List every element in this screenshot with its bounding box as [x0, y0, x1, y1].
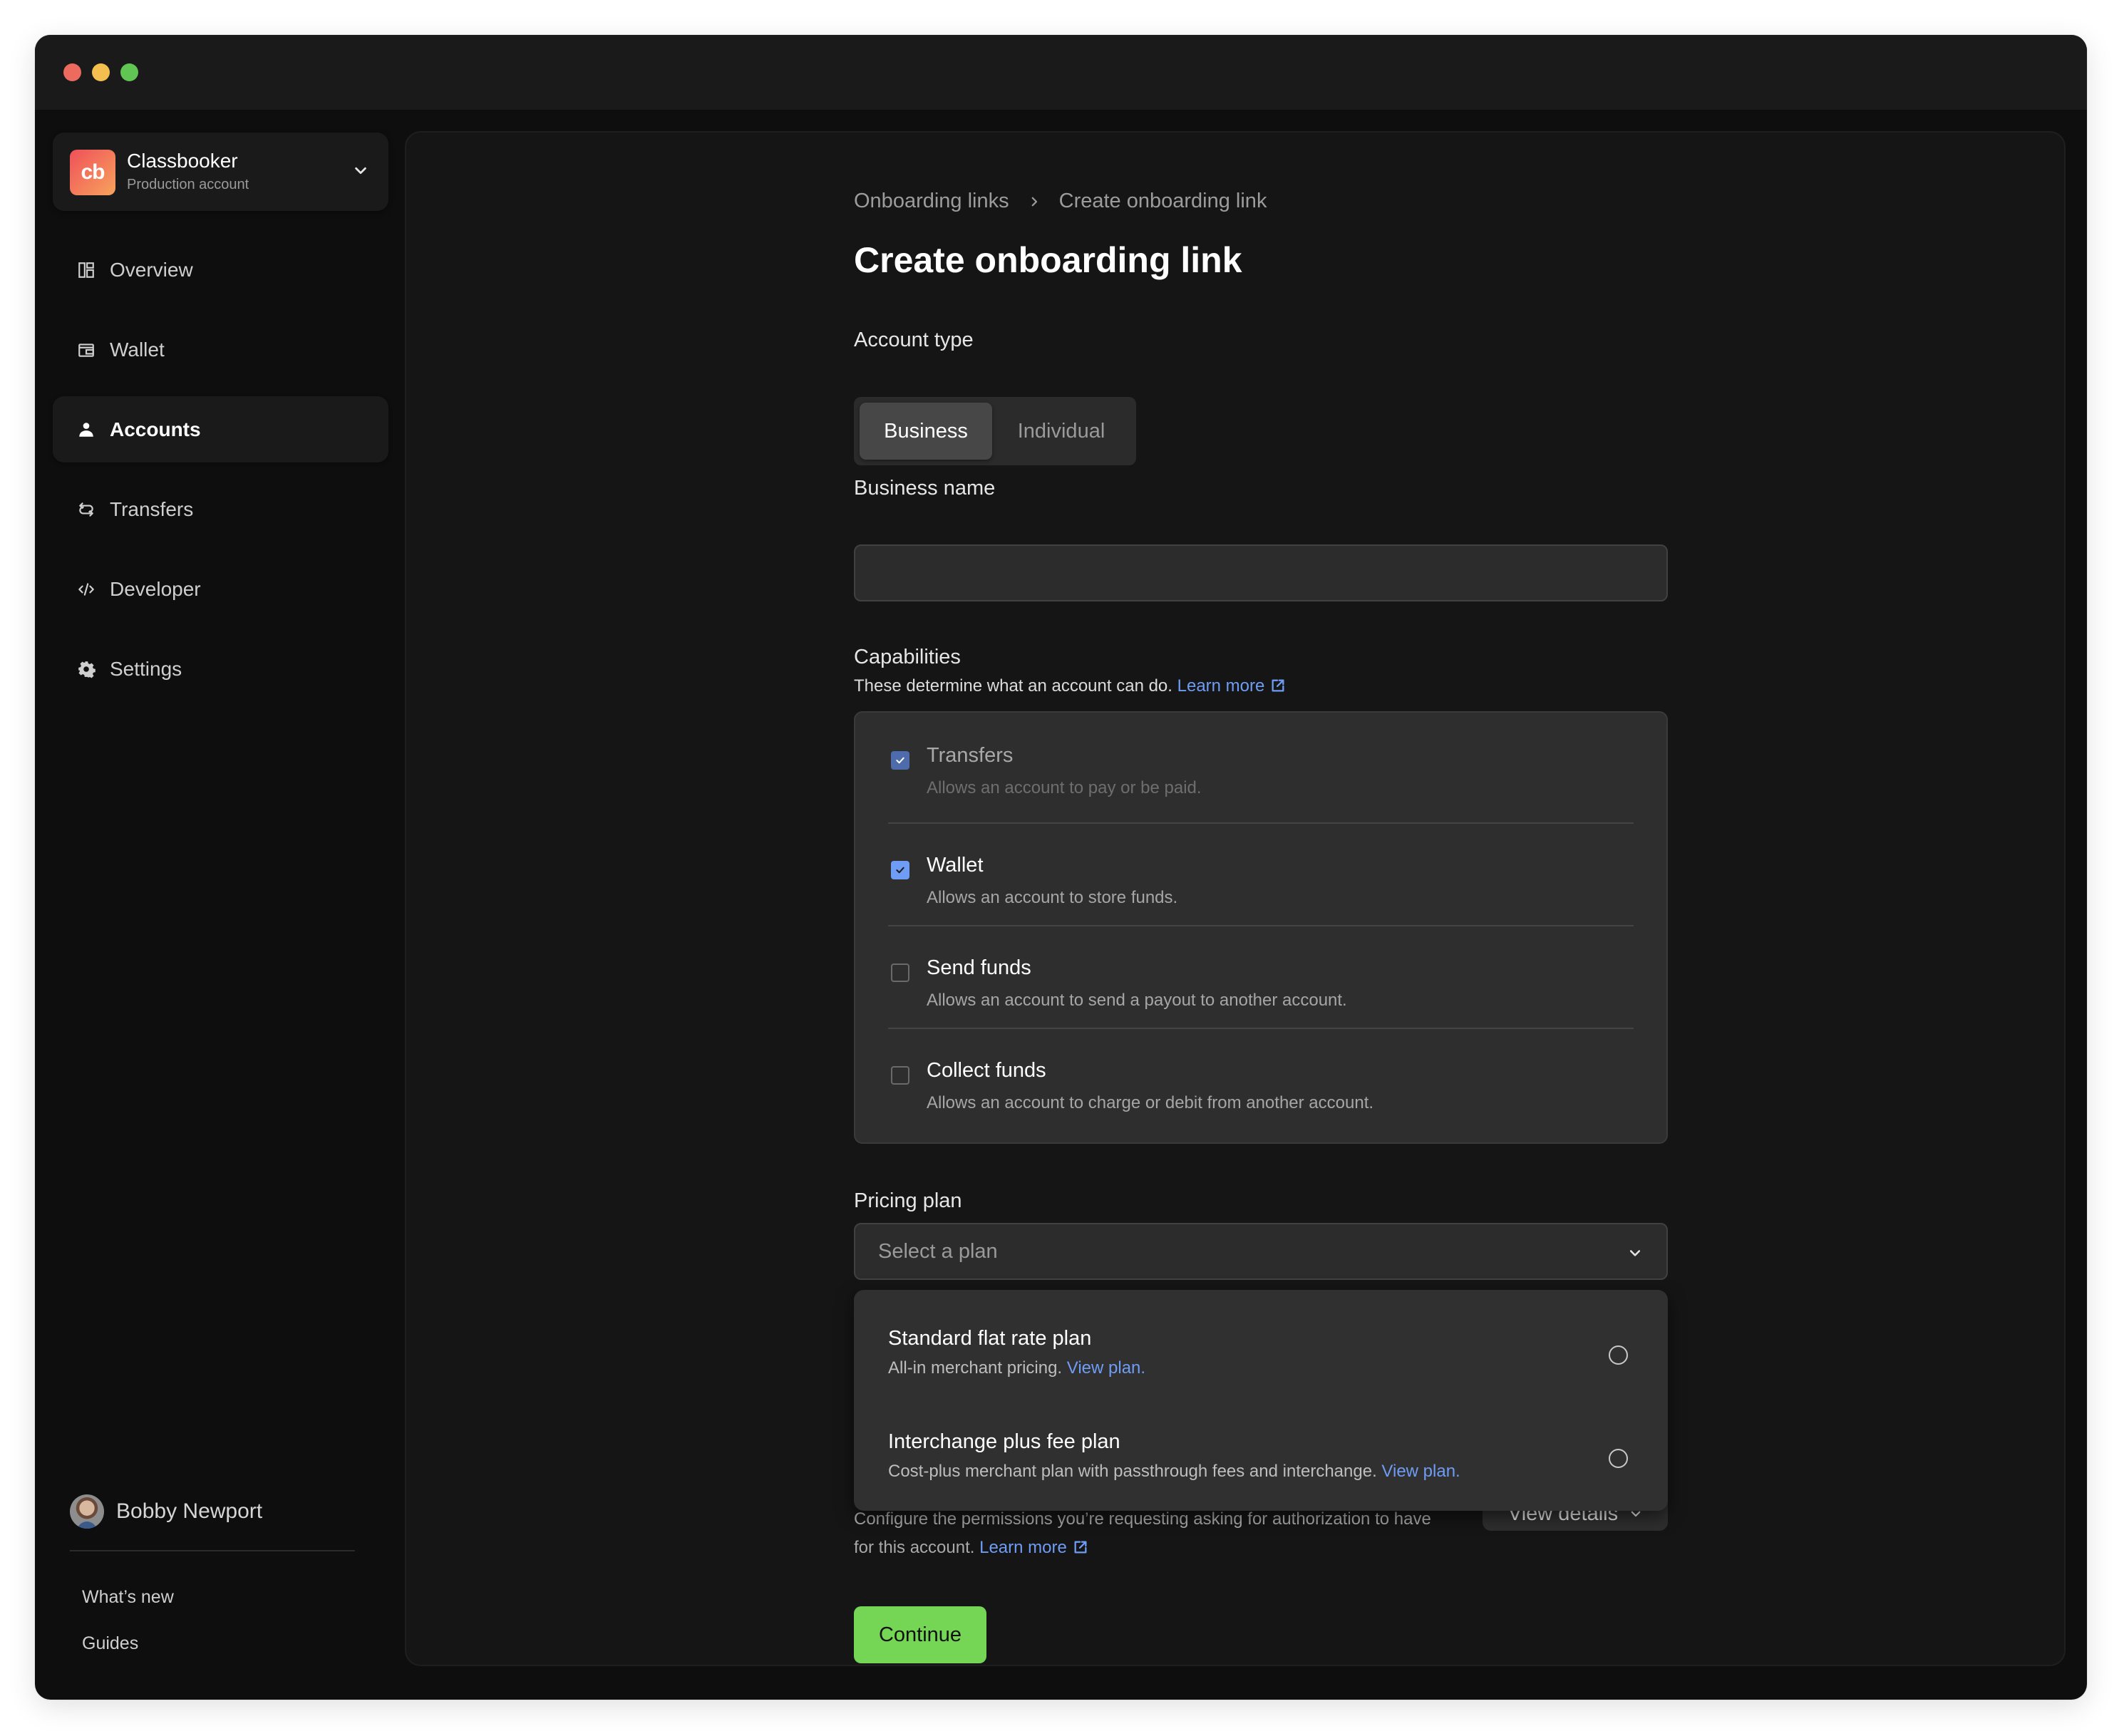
- sidebar-item-label: Overview: [110, 258, 193, 281]
- sidebar-item-settings[interactable]: Settings: [53, 636, 388, 702]
- capability-wallet-checkbox[interactable]: [891, 861, 909, 879]
- sidebar-item-developer[interactable]: Developer: [53, 556, 388, 622]
- view-plan-link[interactable]: View plan.: [1381, 1462, 1460, 1481]
- view-plan-link[interactable]: View plan.: [1067, 1358, 1145, 1378]
- user-icon: [77, 420, 96, 439]
- capability-title: Collect funds: [927, 1059, 1046, 1082]
- classbooker-logo: cb: [70, 150, 115, 195]
- plan-radio[interactable]: [1609, 1449, 1628, 1468]
- user-name: Bobby Newport: [116, 1499, 263, 1523]
- capability-title: Transfers: [927, 744, 1014, 767]
- capability-title: Wallet: [927, 854, 984, 877]
- external-link-icon: [1073, 1536, 1088, 1554]
- main-panel: Onboarding links Create onboarding link …: [405, 131, 2066, 1666]
- account-type-business[interactable]: Business: [860, 403, 992, 460]
- account-type-individual[interactable]: Individual: [992, 403, 1130, 460]
- minimize-window-button[interactable]: [92, 63, 110, 81]
- learn-more-label: Learn more: [1177, 676, 1265, 696]
- transfers-icon: [77, 500, 96, 519]
- gear-icon: [77, 660, 96, 678]
- capability-collect-funds-checkbox[interactable]: [891, 1066, 909, 1085]
- sidebar-item-label: Accounts: [110, 418, 201, 440]
- plan-description-text: All-in merchant pricing.: [888, 1358, 1063, 1378]
- breadcrumb: Onboarding links Create onboarding link: [854, 190, 1267, 213]
- capability-send-funds-checkbox[interactable]: [891, 963, 909, 982]
- user-profile[interactable]: Bobby Newport: [70, 1494, 262, 1529]
- account-type-label: Account type: [854, 329, 974, 351]
- page-title: Create onboarding link: [854, 240, 1242, 280]
- title-bar: [35, 35, 2087, 110]
- capability-transfers: Transfers Allows an account to pay or be…: [888, 714, 1634, 817]
- pricing-plan-select[interactable]: Select a plan: [854, 1223, 1668, 1280]
- account-switcher[interactable]: cb Classbooker Production account: [53, 133, 388, 211]
- breadcrumb-current: Create onboarding link: [1058, 190, 1267, 212]
- guides-link[interactable]: Guides: [82, 1633, 138, 1654]
- plan-title: Standard flat rate plan: [888, 1327, 1092, 1350]
- capability-transfers-checkbox[interactable]: [891, 751, 909, 770]
- capability-collect-funds: Collect funds Allows an account to charg…: [888, 1028, 1634, 1130]
- capability-description: Allows an account to pay or be paid.: [927, 778, 1202, 797]
- code-icon: [77, 580, 96, 599]
- account-name: Classbooker: [127, 150, 238, 172]
- permissions-learn-more-link[interactable]: Learn more: [979, 1538, 1088, 1557]
- sidebar-item-label: Wallet: [110, 338, 165, 361]
- plan-description: All-in merchant pricing. View plan.: [888, 1358, 1145, 1378]
- permissions-text: Configure the permissions you’re request…: [854, 1509, 1431, 1557]
- pricing-plan-label: Pricing plan: [854, 1189, 962, 1212]
- sidebar-item-label: Settings: [110, 657, 182, 680]
- capability-wallet: Wallet Allows an account to store funds.: [888, 822, 1634, 925]
- zoom-window-button[interactable]: [120, 63, 138, 81]
- continue-button[interactable]: Continue: [854, 1606, 986, 1663]
- capability-title: Send funds: [927, 956, 1031, 979]
- plan-radio[interactable]: [1609, 1345, 1628, 1365]
- capabilities-helper: These determine what an account can do. …: [854, 676, 1286, 696]
- close-window-button[interactable]: [63, 63, 81, 81]
- plan-option-interchange[interactable]: Interchange plus fee plan Cost-plus merc…: [854, 1400, 1668, 1504]
- chevron-down-icon: [353, 162, 368, 178]
- capability-description: Allows an account to send a payout to an…: [927, 991, 1347, 1010]
- account-subtitle: Production account: [127, 177, 249, 192]
- capabilities-label: Capabilities: [854, 646, 961, 668]
- capabilities-list: Transfers Allows an account to pay or be…: [854, 711, 1668, 1144]
- learn-more-label: Learn more: [979, 1538, 1067, 1557]
- sidebar-item-wallet[interactable]: Wallet: [53, 316, 388, 383]
- pricing-plan-placeholder: Select a plan: [878, 1240, 998, 1263]
- capability-send-funds: Send funds Allows an account to send a p…: [888, 925, 1634, 1028]
- capability-description: Allows an account to charge or debit fro…: [927, 1093, 1374, 1112]
- plan-title: Interchange plus fee plan: [888, 1430, 1120, 1453]
- overview-icon: [77, 261, 96, 279]
- sidebar-item-transfers[interactable]: Transfers: [53, 476, 388, 542]
- capabilities-learn-more-link[interactable]: Learn more: [1177, 676, 1287, 696]
- chevron-down-icon: [1628, 1246, 1642, 1260]
- avatar: [70, 1494, 104, 1529]
- plan-description-text: Cost-plus merchant plan with passthrough…: [888, 1462, 1377, 1481]
- sidebar-item-accounts[interactable]: Accounts: [53, 396, 388, 463]
- sidebar-nav: Overview Wallet Accounts Transfers Devel…: [53, 237, 388, 715]
- business-name-label: Business name: [854, 477, 996, 500]
- external-link-icon: [1270, 678, 1286, 693]
- sidebar-item-overview[interactable]: Overview: [53, 237, 388, 303]
- permissions-helper: Configure the permissions you’re request…: [854, 1505, 1453, 1562]
- account-type-toggle: Business Individual: [854, 397, 1136, 465]
- sidebar-item-label: Developer: [110, 577, 201, 600]
- whats-new-link[interactable]: What’s new: [82, 1587, 174, 1608]
- capabilities-helper-text: These determine what an account can do.: [854, 676, 1172, 696]
- breadcrumb-onboarding-links[interactable]: Onboarding links: [854, 190, 1009, 213]
- business-name-input[interactable]: [854, 544, 1668, 601]
- pricing-plan-dropdown: Standard flat rate plan All-in merchant …: [854, 1290, 1668, 1511]
- app-window: cb Classbooker Production account Overvi…: [35, 35, 2087, 1700]
- sidebar-item-label: Transfers: [110, 497, 194, 520]
- wallet-icon: [77, 341, 96, 359]
- plan-description: Cost-plus merchant plan with passthrough…: [888, 1462, 1460, 1482]
- sidebar-divider: [70, 1550, 355, 1551]
- capability-description: Allows an account to store funds.: [927, 888, 1178, 907]
- plan-option-standard[interactable]: Standard flat rate plan All-in merchant …: [854, 1297, 1668, 1400]
- chevron-right-icon: [1028, 195, 1041, 208]
